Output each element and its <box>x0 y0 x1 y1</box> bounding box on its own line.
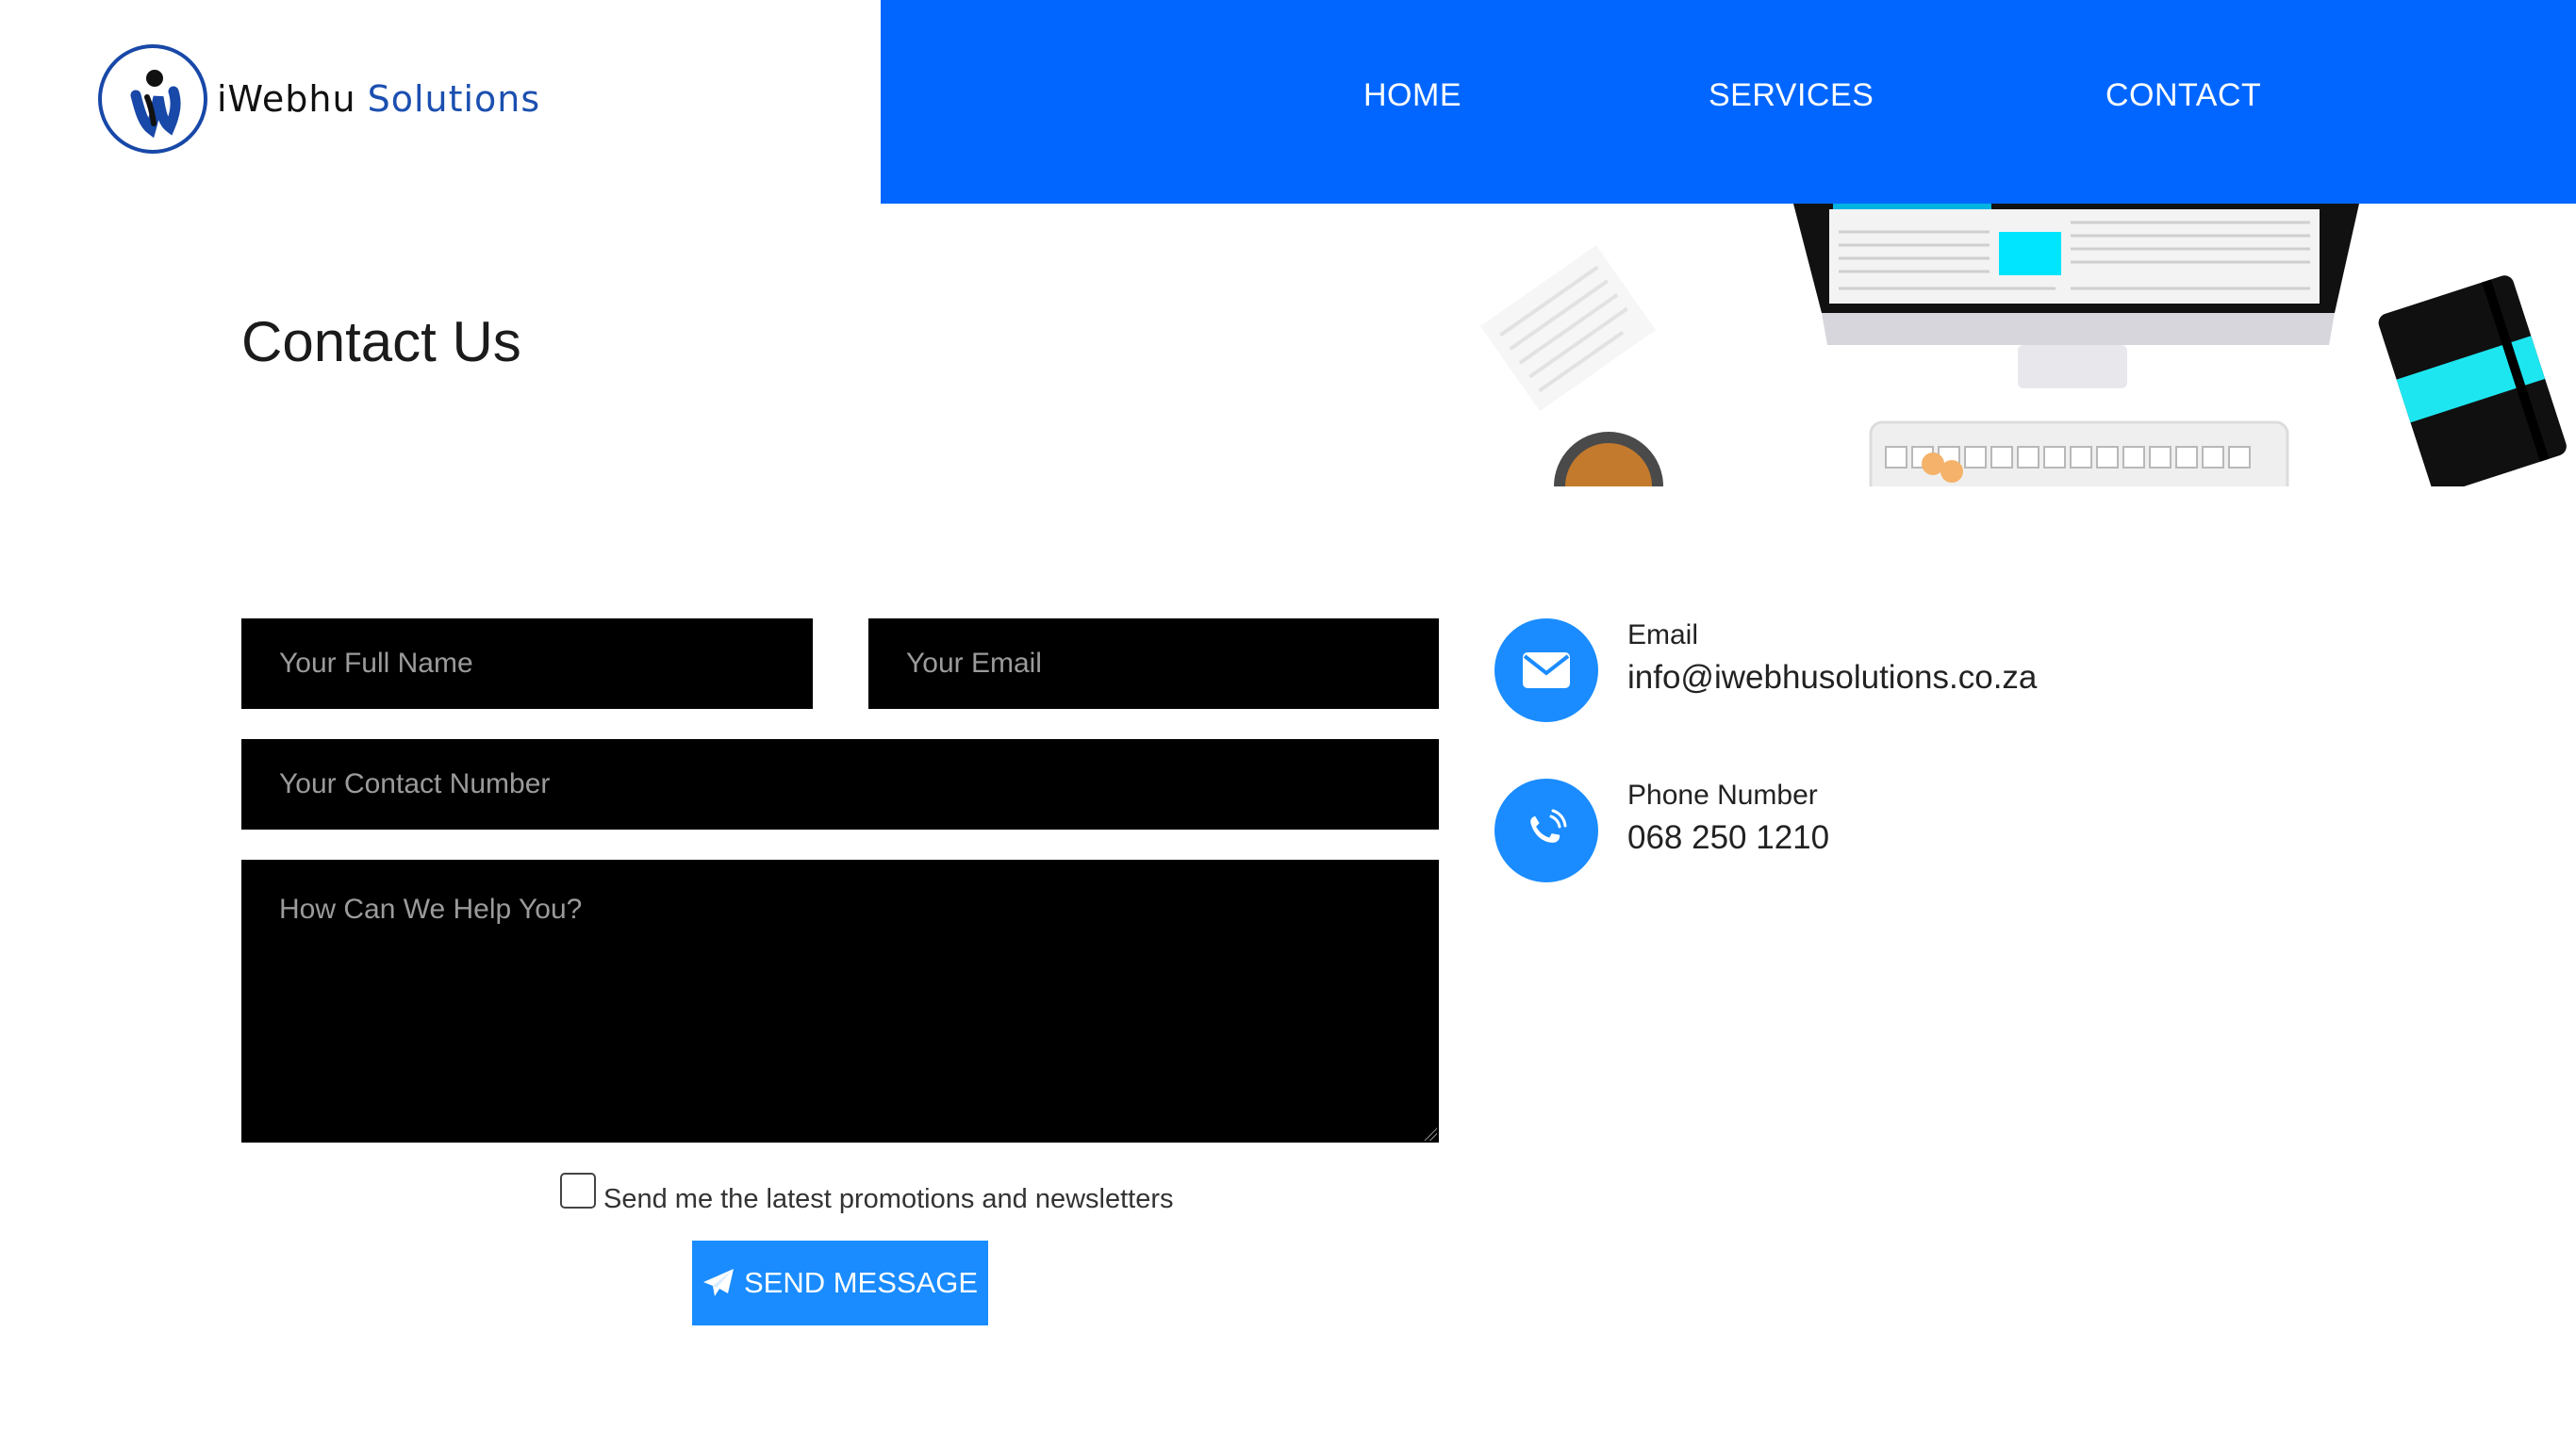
nav-contact[interactable]: CONTACT <box>2105 77 2261 114</box>
phone-icon-circle <box>1494 779 1598 882</box>
newsletter-label: Send me the latest promotions and newsle… <box>603 1184 1174 1214</box>
email-label: Email <box>1627 619 1699 650</box>
send-message-button[interactable]: SEND MESSAGE <box>692 1241 988 1325</box>
nav-home[interactable]: HOME <box>1363 77 1461 114</box>
paper-plane-icon <box>702 1268 735 1298</box>
coffee-cup-icon <box>1554 432 1663 486</box>
logo-text-secondary: Solutions <box>367 78 541 120</box>
keyboard-icon <box>1869 420 2289 486</box>
send-message-label: SEND MESSAGE <box>743 1266 979 1299</box>
notebook-icon <box>2378 275 2567 486</box>
logo-mark-icon <box>98 44 207 154</box>
nav-services[interactable]: SERVICES <box>1709 77 1874 114</box>
phone-value[interactable]: 068 250 1210 <box>1627 819 1829 857</box>
paper-icon <box>1480 244 1656 412</box>
page-title: Contact Us <box>241 310 521 373</box>
envelope-icon <box>1522 651 1571 689</box>
phone-label: Phone Number <box>1627 780 1818 811</box>
email-icon-circle <box>1494 618 1598 722</box>
site-logo[interactable]: iWebhu Solutions <box>98 44 540 154</box>
hero-desk-illustration <box>1452 204 2576 486</box>
email-input[interactable] <box>868 618 1439 709</box>
main-nav: HOME SERVICES CONTACT <box>881 0 2576 204</box>
logo-wordmark: iWebhu Solutions <box>217 78 540 120</box>
contact-number-input[interactable] <box>241 739 1439 830</box>
textarea-resize-handle[interactable] <box>1424 1127 1437 1141</box>
monitor-icon <box>1793 204 2359 388</box>
phone-icon <box>1523 807 1570 854</box>
email-value[interactable]: info@iwebhusolutions.co.za <box>1627 659 2037 697</box>
logo-text-primary: iWebhu <box>217 78 356 120</box>
newsletter-checkbox[interactable] <box>560 1173 596 1209</box>
full-name-input[interactable] <box>241 618 813 709</box>
message-textarea[interactable] <box>241 860 1439 1143</box>
